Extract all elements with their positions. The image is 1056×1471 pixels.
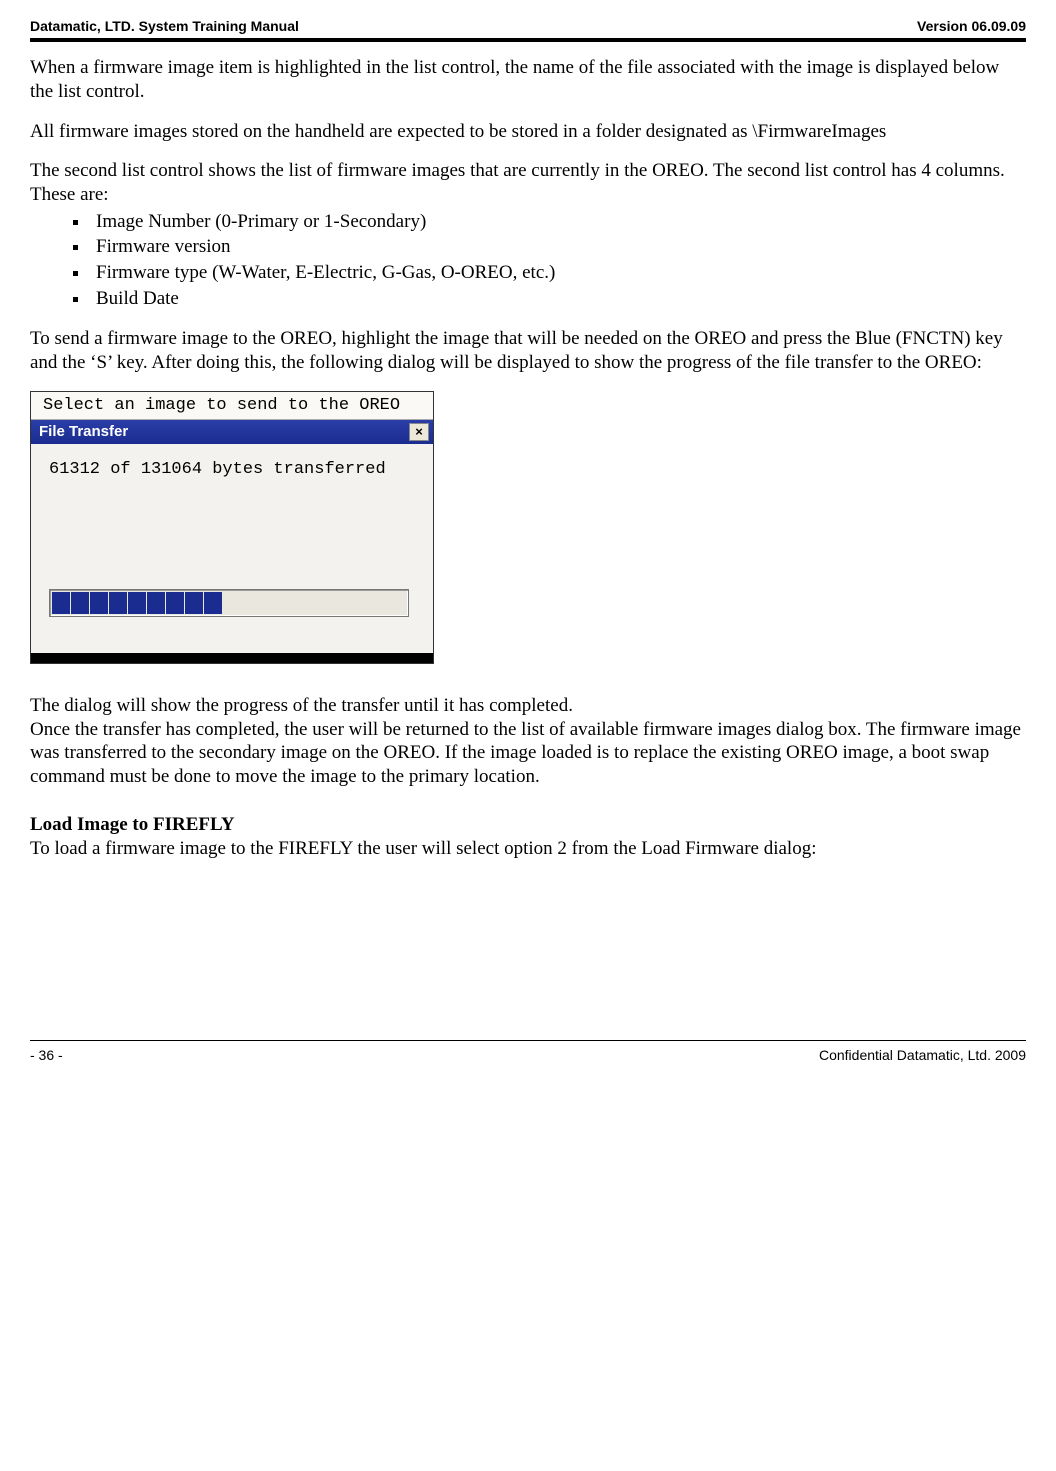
list-item: Image Number (0-Primary or 1-Secondary) — [90, 209, 1026, 235]
header-rule — [30, 38, 1026, 42]
progress-segment — [52, 592, 70, 614]
file-transfer-dialog: Select an image to send to the OREO File… — [30, 391, 434, 664]
progress-segment — [147, 592, 165, 614]
page-footer: - 36 - Confidential Datamatic, Ltd. 2009 — [30, 1047, 1026, 1063]
list-item: Firmware type (W-Water, E-Electric, G-Ga… — [90, 260, 1026, 286]
paragraph: The dialog will show the progress of the… — [30, 694, 1026, 718]
progress-bar — [49, 589, 409, 617]
section-heading: Load Image to FIREFLY — [30, 813, 1026, 837]
list-item: Build Date — [90, 286, 1026, 312]
paragraph: To send a firmware image to the OREO, hi… — [30, 327, 1026, 375]
dialog-title: File Transfer — [39, 423, 128, 440]
transfer-status-text: 61312 of 131064 bytes transferred — [49, 460, 421, 479]
paragraph: All firmware images stored on the handhe… — [30, 120, 1026, 144]
footer-rule — [30, 1040, 1026, 1041]
dialog-titlebar[interactable]: File Transfer × — [31, 420, 433, 444]
progress-segment — [166, 592, 184, 614]
blank-space — [30, 876, 1026, 1036]
paragraph: To load a firmware image to the FIREFLY … — [30, 837, 1026, 861]
column-list: Image Number (0-Primary or 1-Secondary) … — [30, 209, 1026, 312]
page-header: Datamatic, LTD. System Training Manual V… — [30, 18, 1026, 34]
header-left: Datamatic, LTD. System Training Manual — [30, 18, 299, 34]
paragraph: Once the transfer has completed, the use… — [30, 718, 1026, 789]
progress-segment — [204, 592, 222, 614]
paragraph: The second list control shows the list o… — [30, 159, 1026, 207]
dialog-body: 61312 of 131064 bytes transferred — [31, 444, 433, 653]
page-number: - 36 - — [30, 1047, 63, 1063]
dialog-bottom-strip — [31, 653, 433, 663]
progress-segment — [128, 592, 146, 614]
progress-segment — [90, 592, 108, 614]
header-right: Version 06.09.09 — [917, 18, 1026, 34]
close-button[interactable]: × — [409, 423, 429, 441]
progress-segment — [185, 592, 203, 614]
list-item: Firmware version — [90, 234, 1026, 260]
progress-segment — [109, 592, 127, 614]
progress-segment — [71, 592, 89, 614]
footer-confidential: Confidential Datamatic, Ltd. 2009 — [819, 1047, 1026, 1063]
paragraph: When a firmware image item is highlighte… — [30, 56, 1026, 104]
dialog-instruction-label: Select an image to send to the OREO — [31, 392, 433, 420]
